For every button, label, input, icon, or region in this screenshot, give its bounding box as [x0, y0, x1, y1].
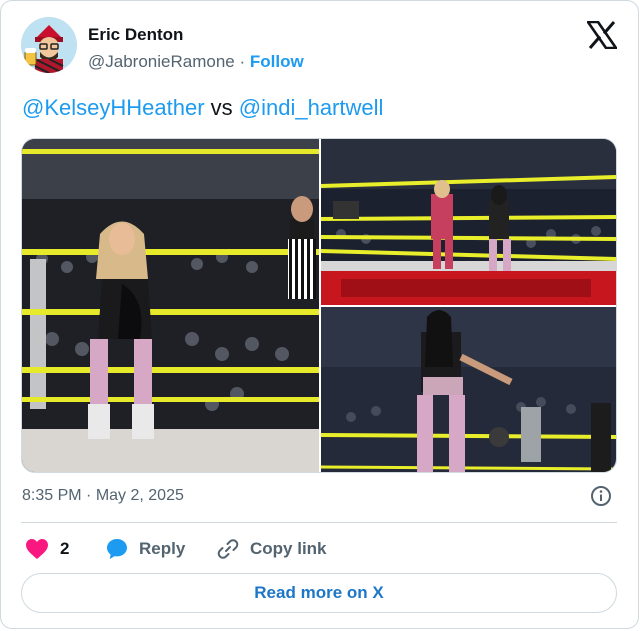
- link-icon: [217, 539, 239, 559]
- author-name[interactable]: Eric Denton: [88, 25, 183, 45]
- mention-kelsey[interactable]: @KelseyHHeather: [22, 95, 205, 120]
- avatar-illustration-icon: [21, 17, 77, 73]
- handle-separator: ·: [239, 52, 246, 71]
- follow-link[interactable]: Follow: [250, 52, 304, 71]
- reply-bubble-icon: [107, 539, 127, 559]
- photo-ring-ropes[interactable]: [321, 139, 616, 305]
- photo-wrestler-pointing[interactable]: [321, 307, 616, 472]
- author-handle-row: @JabronieRamone · Follow: [88, 52, 304, 72]
- media-grid: [21, 138, 617, 473]
- tweet-date: May 2, 2025: [95, 487, 184, 504]
- reply-button[interactable]: Reply: [105, 536, 185, 562]
- tweet-connector: vs: [204, 95, 239, 120]
- mention-indi[interactable]: @indi_hartwell: [239, 95, 384, 120]
- x-logo-icon[interactable]: [586, 20, 618, 50]
- photo-wrestlers-corner[interactable]: [22, 139, 319, 472]
- reply-label: Reply: [139, 539, 186, 558]
- tweet-time: 8:35 PM: [22, 487, 82, 504]
- read-more-label: Read more on X: [254, 583, 384, 602]
- tweet-card: Eric Denton @JabronieRamone · Follow @Ke…: [0, 0, 639, 629]
- info-icon[interactable]: [590, 485, 612, 507]
- tweet-timestamp[interactable]: 8:35 PM · May 2, 2025: [22, 487, 184, 505]
- like-count: 2: [60, 539, 70, 558]
- copy-link-button[interactable]: Copy link: [216, 536, 327, 562]
- read-more-button[interactable]: Read more on X: [21, 573, 617, 613]
- like-button[interactable]: 2: [25, 536, 69, 562]
- copy-link-label: Copy link: [250, 539, 327, 558]
- author-avatar[interactable]: [21, 17, 77, 73]
- tweet-text: @KelseyHHeather vs @indi_hartwell: [22, 95, 383, 121]
- timestamp-separator: ·: [81, 487, 96, 504]
- author-handle[interactable]: @JabronieRamone: [88, 52, 235, 71]
- divider: [21, 522, 617, 523]
- heart-icon: [26, 539, 48, 559]
